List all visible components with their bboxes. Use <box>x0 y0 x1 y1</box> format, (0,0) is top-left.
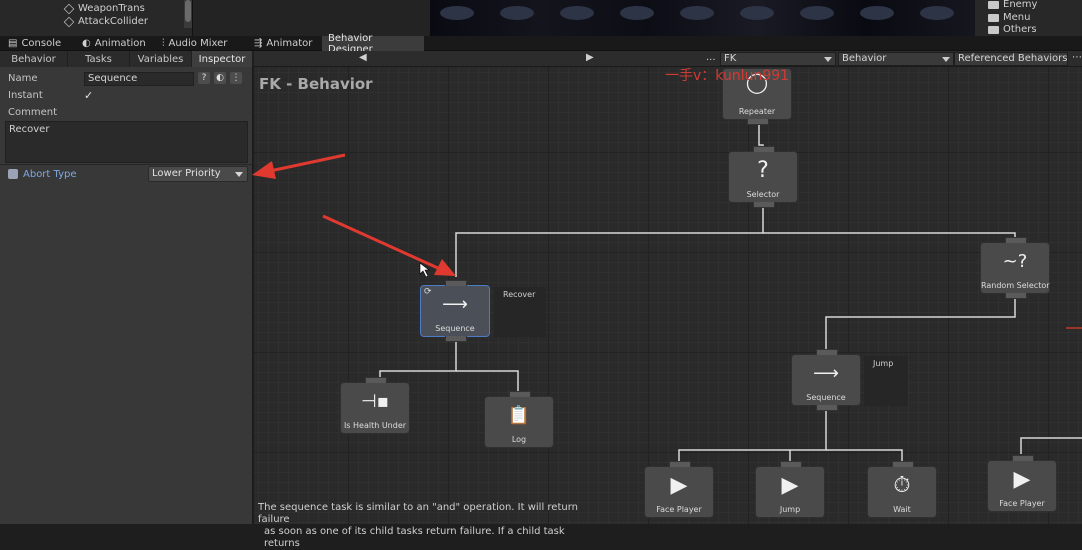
selector-node[interactable]: ? Selector <box>728 146 798 208</box>
play-icon: ▶ <box>670 473 688 498</box>
previous-arrow-icon[interactable]: ◀ <box>359 52 367 63</box>
scene-view[interactable] <box>430 0 975 36</box>
hierarchy-item[interactable]: WeaponTrans <box>63 2 145 15</box>
hierarchy-item[interactable]: AttackCollider <box>63 15 148 28</box>
folder-icon <box>988 0 999 9</box>
question-icon: ? <box>757 158 769 183</box>
random-selector-icon: ~? <box>1002 251 1028 272</box>
log-node[interactable]: 📋 Log <box>484 391 554 448</box>
tab-tasks[interactable]: Tasks <box>68 51 130 67</box>
play-icon: ▶ <box>781 473 799 498</box>
tab-animation[interactable]: ◐ Animation <box>76 36 152 51</box>
console-icon: ▤ <box>8 38 18 49</box>
sequence-arrow-icon: ⟶ <box>813 363 839 384</box>
divider <box>0 164 253 165</box>
abort-type-dropdown[interactable]: Lower Priority <box>148 166 248 182</box>
panel-tab-bar: Behavior Tasks Variables Inspector <box>0 51 253 67</box>
instant-label: Instant <box>8 90 43 101</box>
stopwatch-icon: ⏱ <box>893 473 911 498</box>
tab-audio-mixer[interactable]: ⫶ Audio Mixer <box>156 36 233 51</box>
behavior-graph-canvas[interactable] <box>254 51 1082 524</box>
sequence-recover-node[interactable]: ⟳ ⟶ Sequence <box>420 280 490 342</box>
comment-textarea[interactable]: Recover <box>5 121 248 163</box>
face-player-node[interactable]: ▶ Face Player <box>987 455 1057 512</box>
tab-inspector[interactable]: Inspector <box>192 51 253 67</box>
chevron-down-icon <box>235 172 243 177</box>
clipboard-icon: 📋 <box>507 405 531 426</box>
object-dropdown[interactable]: FK <box>720 52 836 66</box>
chevron-down-icon <box>824 57 832 62</box>
hierarchy-panel: WeaponTrans AttackCollider <box>0 0 193 36</box>
animation-icon: ◐ <box>82 38 91 49</box>
project-folder[interactable]: Others <box>988 23 1037 36</box>
menu-dots-icon[interactable]: ⋮ <box>230 72 242 84</box>
tab-animator[interactable]: ⇶ Animator <box>248 36 318 51</box>
tab-behavior-designer[interactable]: Behavior Designer <box>322 33 424 55</box>
graph-title: FK - Behavior <box>259 75 373 93</box>
wait-node[interactable]: ⏱ Wait <box>867 461 937 518</box>
folder-icon <box>988 25 999 34</box>
behavior-designer-side-panel: Behavior Tasks Variables Inspector Name … <box>0 51 253 524</box>
task-name-input[interactable]: Sequence <box>84 72 194 86</box>
folder-icon <box>988 13 999 22</box>
name-label: Name <box>8 73 38 84</box>
next-arrow-icon[interactable]: ▶ <box>586 52 594 63</box>
jump-node[interactable]: ▶ Jump <box>755 461 825 518</box>
window-tab-bar: ▤ Console ◐ Animation ⫶ Audio Mixer ⇶ Animat… <box>0 33 1082 55</box>
abort-type-label: Abort Type <box>23 169 77 180</box>
comment-label: Comment <box>8 107 57 118</box>
sequence-jump-node[interactable]: ⟶ Sequence <box>791 349 861 411</box>
gameobject-icon <box>63 3 75 14</box>
node-comment: Recover <box>503 290 536 299</box>
is-health-under-node[interactable]: ⊣▪ Is Health Under <box>340 377 410 434</box>
tab-console[interactable]: ▤ Console <box>2 36 67 51</box>
project-folder[interactable]: Enemy <box>988 0 1037 11</box>
breakpoint-icon[interactable]: ◐ <box>214 72 226 84</box>
tab-variables[interactable]: Variables <box>130 51 192 67</box>
face-player-node[interactable]: ▶ Face Player <box>644 461 714 518</box>
conditional-icon: ⊣▪ <box>361 391 389 412</box>
gameobject-icon <box>63 16 75 27</box>
watermark-text: 一手v：kunlun991 <box>665 68 790 84</box>
abort-type-icon <box>8 169 18 179</box>
instant-checkbox[interactable]: ✓ <box>84 90 96 102</box>
sequence-arrow-icon: ⟶ <box>442 294 468 315</box>
tab-behavior[interactable]: Behavior <box>0 51 68 67</box>
task-description: The sequence task is similar to an "and"… <box>258 502 578 549</box>
project-panel: Enemy Menu Others <box>975 0 1082 36</box>
more-options-icon[interactable]: ⋯ <box>1072 52 1082 63</box>
help-icon[interactable]: ? <box>198 72 210 84</box>
audio-mixer-icon: ⫶ <box>162 38 165 49</box>
connection-lines <box>379 120 1082 462</box>
hierarchy-scroll-thumb[interactable] <box>185 0 191 22</box>
more-button[interactable]: ... <box>706 52 716 63</box>
play-icon: ▶ <box>1013 467 1031 492</box>
behavior-dropdown[interactable]: Behavior <box>838 52 954 66</box>
animator-icon: ⇶ <box>254 38 263 49</box>
chevron-down-icon <box>942 57 950 62</box>
random-selector-node[interactable]: ~? Random Selector <box>980 237 1050 299</box>
node-comment: Jump <box>873 359 894 368</box>
referenced-behaviors-dropdown[interactable]: Referenced Behaviors <box>954 52 1068 66</box>
